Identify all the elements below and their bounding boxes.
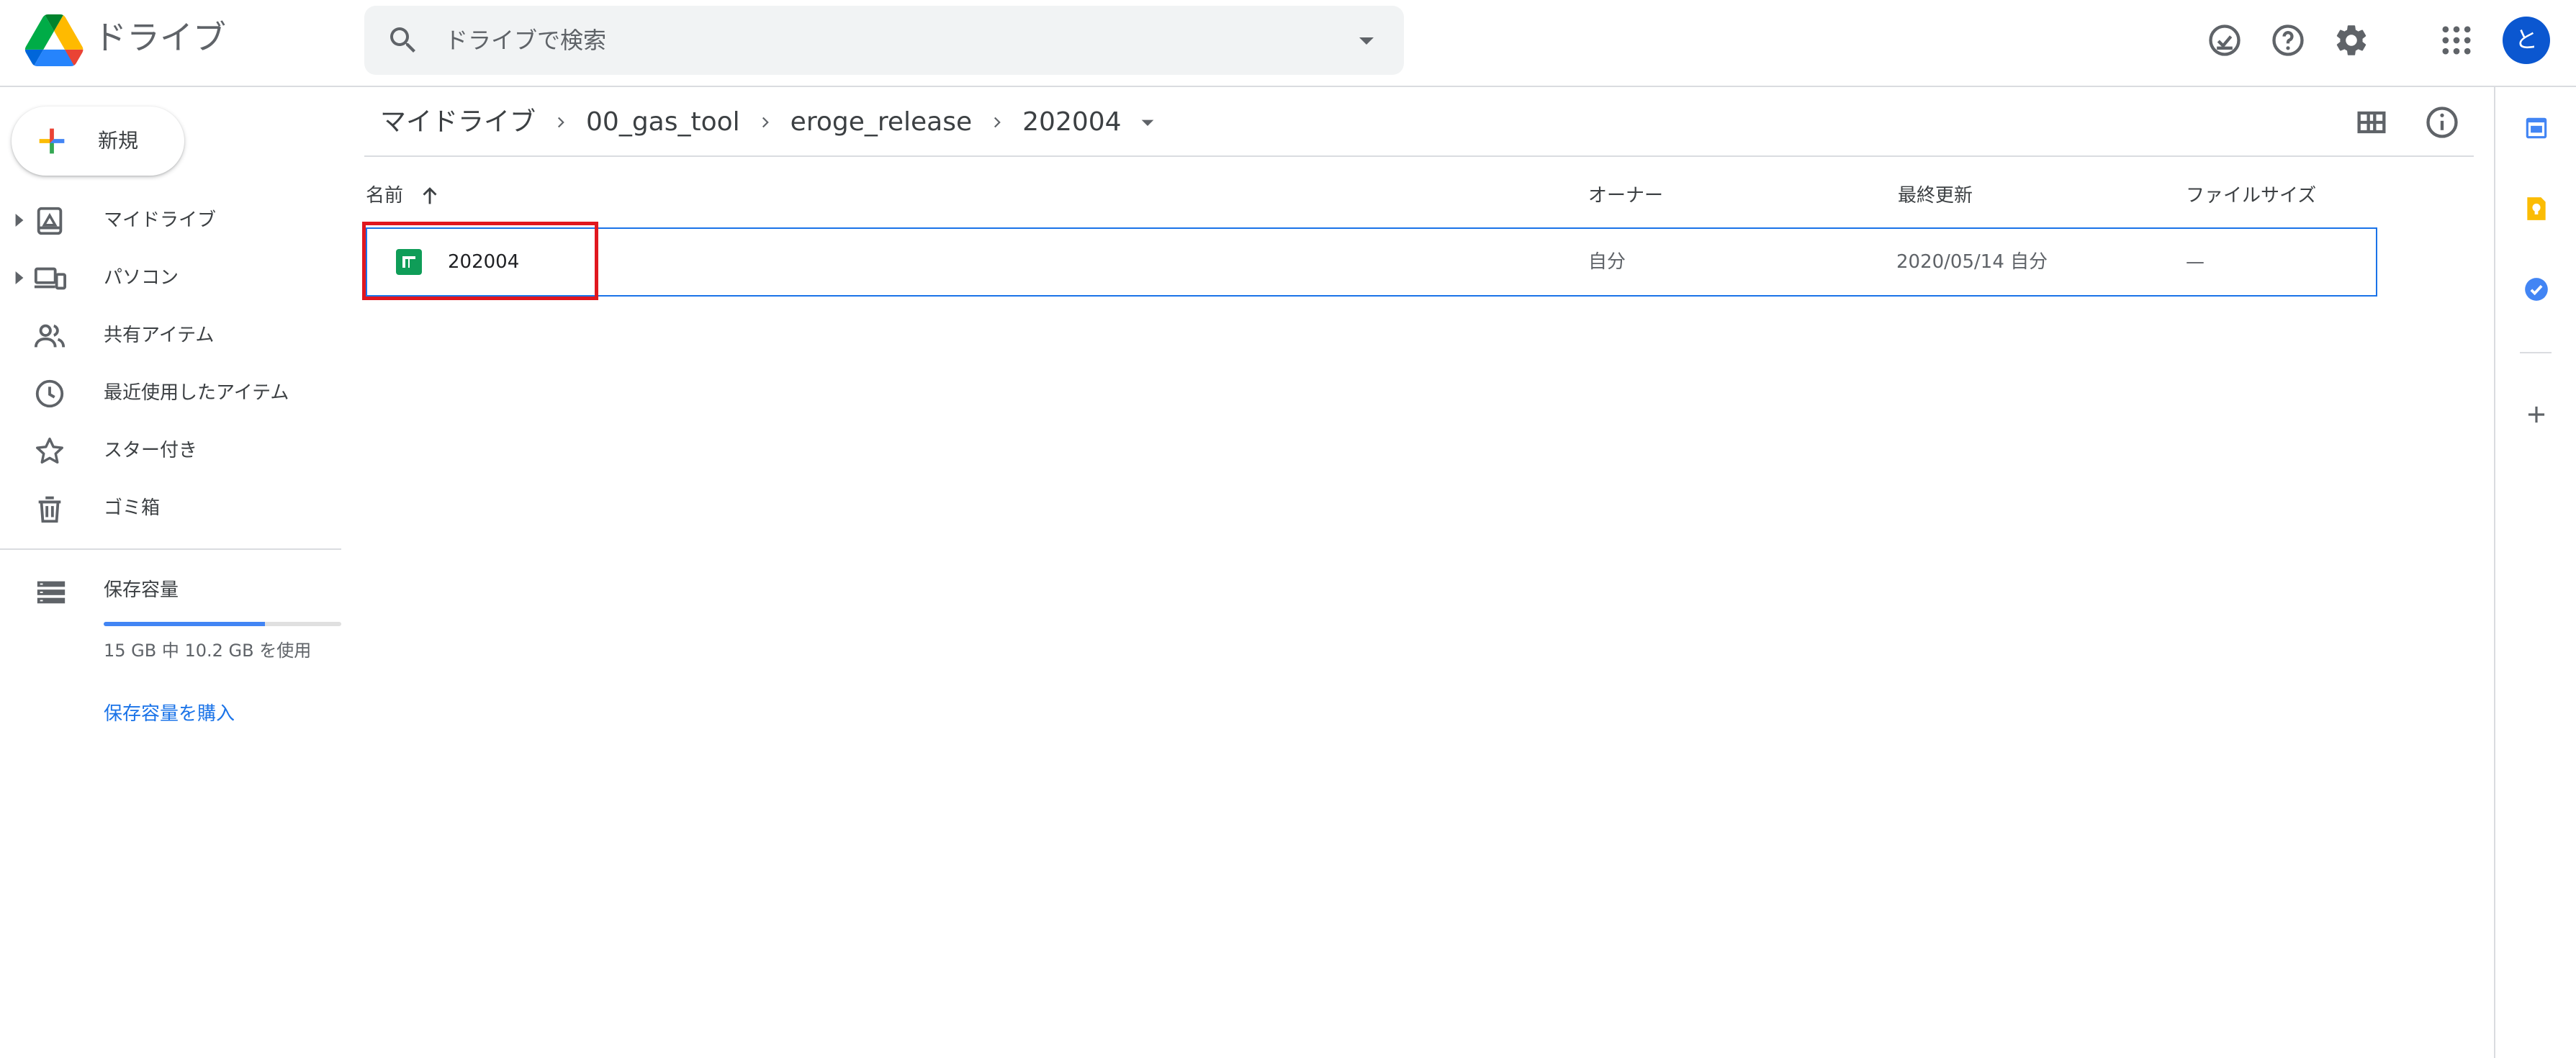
side-panel-divider (2520, 352, 2552, 353)
top-header: ドライブ ドライブで検索 と (0, 0, 2576, 87)
sidebar-divider (0, 548, 341, 550)
chevron-right-icon (557, 117, 564, 128)
breadcrumb: マイドライブ 00_gas_tool eroge_release 202004 (364, 101, 1162, 144)
sidebar-item-label: パソコン (104, 267, 179, 289)
annotation-highlight-box (362, 222, 598, 300)
sidebar-item-label: ゴミ箱 (104, 497, 161, 519)
sidebar-item-shared[interactable]: 共有アイテム (0, 307, 341, 364)
app-title: ドライブ (94, 18, 226, 57)
search-options-chevron-icon[interactable] (1349, 23, 1384, 58)
buy-storage-link[interactable]: 保存容量を購入 (104, 700, 235, 728)
expand-arrow-icon[interactable] (13, 212, 26, 229)
new-button-label: 新規 (98, 129, 139, 153)
help-icon[interactable] (2269, 22, 2307, 59)
sidebar-item-trash[interactable]: ゴミ箱 (0, 479, 341, 537)
table-row[interactable]: 202004 自分 2020/05/14 自分 — (366, 227, 2377, 297)
expand-arrow-icon[interactable] (13, 269, 26, 286)
info-icon[interactable] (2423, 104, 2461, 141)
storage-label[interactable]: 保存容量 (104, 576, 179, 605)
file-modified: 2020/05/14 自分 (1896, 251, 2048, 273)
add-addon-plus-icon[interactable] (2523, 401, 2550, 428)
settings-gear-icon[interactable] (2333, 22, 2370, 59)
offline-ready-icon[interactable] (2206, 22, 2243, 59)
file-size: — (2186, 251, 2205, 273)
file-owner: 自分 (1588, 251, 1626, 273)
search-input[interactable]: ドライブで検索 (445, 26, 606, 55)
grid-view-icon[interactable] (2353, 104, 2390, 141)
chevron-right-icon (762, 117, 769, 128)
column-header-name[interactable]: 名前 (366, 181, 403, 210)
drive-logo-icon[interactable] (24, 14, 84, 66)
folder-menu-chevron-down-icon[interactable] (1133, 108, 1162, 137)
toolbar-divider (364, 155, 2474, 157)
computers-icon (34, 267, 66, 290)
sidebar-item-label: 共有アイテム (104, 325, 215, 346)
side-panel (2494, 87, 2576, 1058)
new-button[interactable]: 新規 (12, 107, 184, 176)
sidebar-item-recent[interactable]: 最近使用したアイテム (0, 364, 341, 422)
search-icon[interactable] (386, 23, 420, 58)
trash-icon (38, 496, 61, 523)
shared-people-icon (34, 324, 66, 348)
chevron-right-icon (994, 117, 1001, 128)
storage-usage-fill (104, 622, 266, 626)
breadcrumb-item[interactable]: 00_gas_tool (570, 102, 756, 143)
plus-icon (39, 128, 65, 154)
sidebar-item-starred[interactable]: スター付き (0, 422, 341, 479)
sort-ascending-arrow-icon[interactable] (418, 183, 442, 209)
clock-icon (35, 379, 64, 408)
column-header-modified[interactable]: 最終更新 (1898, 181, 1973, 210)
keep-icon[interactable] (2523, 195, 2550, 222)
apps-grid-icon[interactable] (2438, 22, 2475, 59)
storage-usage-bar (104, 622, 341, 626)
column-header-file-size[interactable]: ファイルサイズ (2186, 181, 2316, 210)
breadcrumb-current-folder[interactable]: 202004 (1006, 102, 1137, 143)
sidebar-item-label: マイドライブ (104, 209, 217, 231)
sidebar-item-label: スター付き (104, 440, 198, 461)
star-icon (36, 438, 63, 464)
storage-usage-text: 15 GB 中 10.2 GB を使用 (104, 641, 312, 661)
tasks-icon[interactable] (2523, 276, 2550, 303)
calendar-icon[interactable] (2523, 114, 2550, 142)
breadcrumb-item[interactable]: マイドライブ (364, 102, 551, 143)
storage-icon (37, 581, 66, 604)
sidebar-item-computers[interactable]: パソコン (0, 249, 341, 307)
breadcrumb-item[interactable]: eroge_release (775, 102, 988, 143)
my-drive-icon (37, 207, 63, 235)
search-bar[interactable]: ドライブで検索 (364, 6, 1404, 75)
account-avatar[interactable]: と (2503, 17, 2550, 64)
sidebar-item-my-drive[interactable]: マイドライブ (0, 191, 341, 249)
sidebar-item-label: 最近使用したアイテム (104, 382, 289, 404)
column-header-owner[interactable]: オーナー (1588, 181, 1663, 210)
